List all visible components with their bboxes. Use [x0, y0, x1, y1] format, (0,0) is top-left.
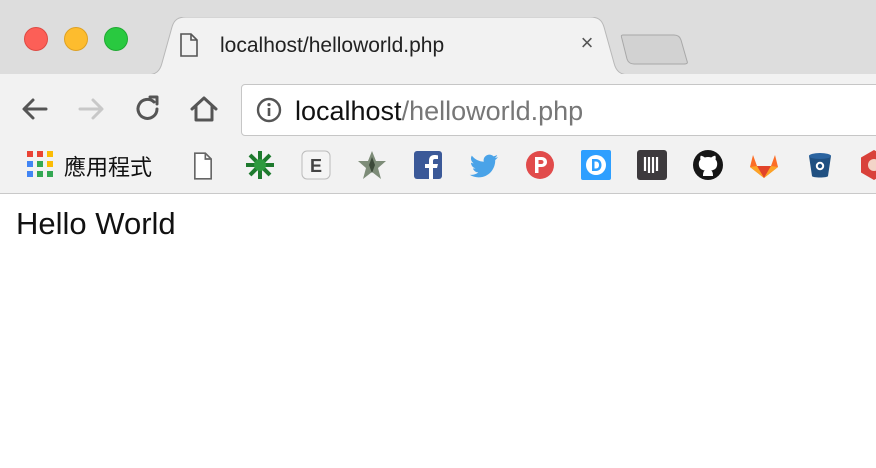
apps-label[interactable]: 應用程式: [64, 150, 152, 182]
page-content: Hello World: [0, 194, 876, 468]
reload-icon[interactable]: [131, 92, 165, 126]
close-window-button[interactable]: [24, 27, 48, 51]
page-body-text: Hello World: [16, 206, 176, 241]
gitlab-icon[interactable]: [748, 149, 780, 181]
url-host: localhost: [295, 96, 402, 126]
zoom-window-button[interactable]: [104, 27, 128, 51]
minimize-window-button[interactable]: [64, 27, 88, 51]
active-tab[interactable]: localhost/helloworld.php ×: [146, 17, 630, 75]
red-hexagon-icon[interactable]: [858, 149, 876, 181]
github-icon[interactable]: [692, 149, 724, 181]
url-text: localhost/helloworld.php: [295, 96, 583, 127]
tab-strip: localhost/helloworld.php ×: [0, 0, 876, 75]
star-app-icon[interactable]: [356, 149, 388, 181]
svg-text:E: E: [310, 156, 322, 176]
forward-arrow-icon[interactable]: [74, 92, 108, 126]
twitter-icon[interactable]: [468, 149, 500, 181]
back-arrow-icon[interactable]: [18, 92, 52, 126]
bookmarks-bar: 應用程式 E: [0, 146, 876, 194]
url-path: /helloworld.php: [401, 96, 584, 126]
close-tab-icon[interactable]: ×: [576, 32, 598, 54]
address-bar[interactable]: localhost/helloworld.php: [241, 84, 876, 136]
info-icon[interactable]: [256, 97, 282, 123]
intercom-icon[interactable]: [636, 149, 668, 181]
bitbucket-icon[interactable]: [804, 149, 836, 181]
home-icon[interactable]: [187, 92, 221, 126]
tab-title: localhost/helloworld.php: [220, 34, 445, 57]
producthunt-p-icon[interactable]: [524, 149, 556, 181]
evernote-e-icon[interactable]: E: [300, 149, 332, 181]
apps-grid-icon[interactable]: [27, 151, 53, 177]
green-asterisk-icon[interactable]: [244, 149, 276, 181]
page-icon[interactable]: [192, 152, 214, 180]
document-icon: [180, 33, 198, 57]
facebook-icon[interactable]: [412, 149, 444, 181]
disqus-d-icon[interactable]: [580, 149, 612, 181]
new-tab-button[interactable]: [620, 32, 690, 66]
